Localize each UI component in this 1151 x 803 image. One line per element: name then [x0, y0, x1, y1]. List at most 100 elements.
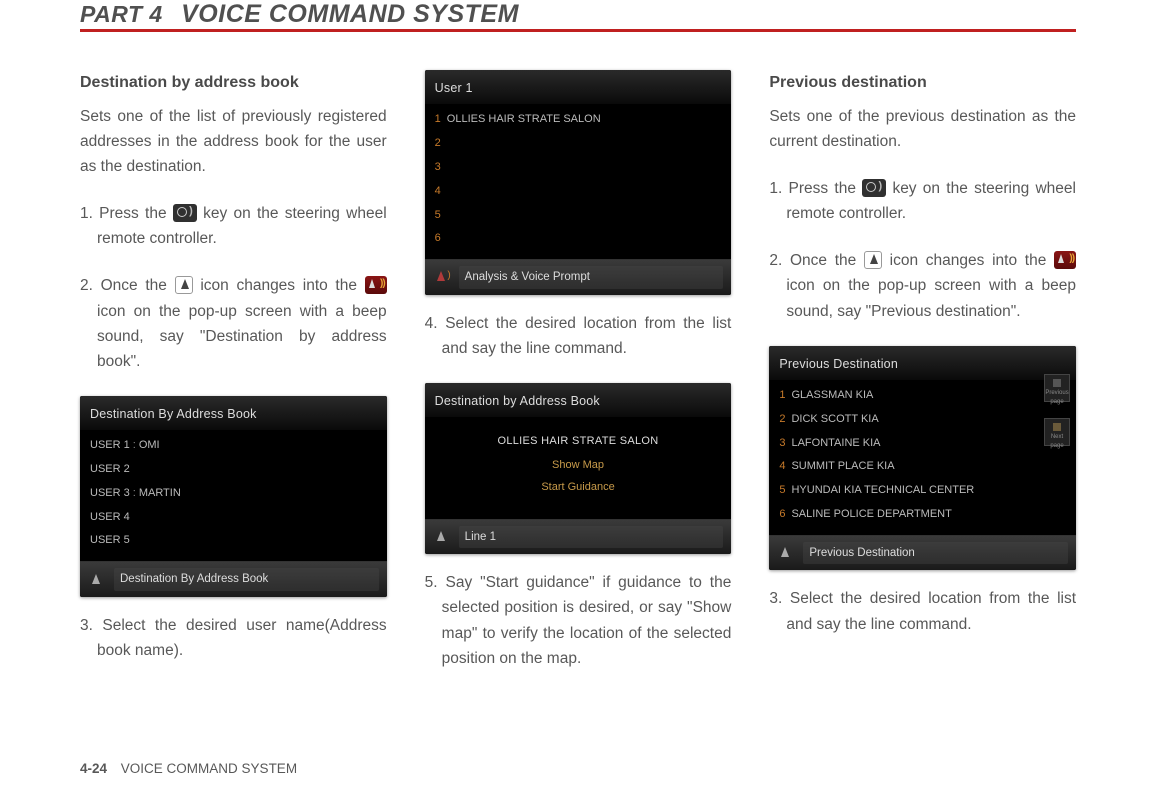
step-2: 2. Once the icon changes into the icon o… [769, 248, 1076, 323]
shot-row: 6 [435, 227, 722, 251]
user-value: OMI [139, 439, 160, 451]
mic-active-icon [433, 270, 449, 284]
next-page-thumb: Next page [1044, 418, 1070, 446]
row-text: OLLIES HAIR STRATE SALON [447, 113, 601, 125]
shot-row: 1 GLASSMAN KIA [779, 384, 1040, 408]
content-columns: Destination by address book Sets one of … [80, 70, 1076, 693]
user-label: USER 5 [90, 534, 130, 546]
previous-page-thumb: Previous page [1044, 374, 1070, 402]
screenshot-address-book-users: Destination By Address Book USER 1:OMI U… [80, 396, 387, 597]
voice-active-icon [365, 276, 387, 294]
voice-key-icon [173, 204, 197, 222]
shot-row: 3 LAFONTAINE KIA [779, 432, 1040, 456]
row-text: GLASSMAN KIA [791, 389, 873, 401]
row-num: 5 [779, 484, 785, 496]
voice-key-icon [862, 179, 886, 197]
row-text: DICK SCOTT KIA [791, 413, 878, 425]
user-value: MARTIN [139, 487, 181, 499]
step-1: 1. Press the key on the steering wheel r… [80, 201, 387, 251]
shot-body: 1 OLLIES HAIR STRATE SALON 2 3 4 5 6 [425, 104, 732, 259]
step2-text-b: icon changes into the [200, 277, 357, 294]
shot-body: 1 GLASSMAN KIA 2 DICK SCOTT KIA 3 LAFONTAIN… [769, 380, 1076, 535]
voice-idle-icon [175, 276, 193, 294]
shot-row: USER 4 [90, 506, 377, 530]
step-3: 3. Select the desired user name(Address … [80, 613, 387, 663]
row-num: 6 [435, 232, 441, 244]
page-footer: 4-24 VOICE COMMAND SYSTEM [80, 761, 297, 776]
screenshot-destination-options: Destination by Address Book OLLIES HAIR … [425, 383, 732, 554]
step2-text-c: icon on the pop-up screen with a beep so… [97, 303, 387, 370]
row-text: SUMMIT PLACE KIA [791, 460, 894, 472]
row-num: 5 [435, 209, 441, 221]
shot-footer: Analysis & Voice Prompt [425, 259, 732, 295]
user-label: USER 2 [90, 463, 130, 475]
page-number: 4-24 [80, 761, 107, 776]
step-1: 1. Press the key on the steering wheel r… [769, 176, 1076, 226]
row-num: 1 [435, 113, 441, 125]
shot-row: 6SALINE POLICE DEPARTMENT [779, 503, 1040, 527]
mic-icon [88, 573, 104, 587]
shot-footer-text: Destination By Address Book [114, 568, 379, 591]
user-label: USER 3 [90, 487, 130, 499]
step-4: 4. Select the desired location from the … [425, 311, 732, 361]
shot-row: 2 [435, 132, 722, 156]
section-title-address-book: Destination by address book [80, 70, 387, 96]
row-num: 6 [779, 508, 785, 520]
step-5: 5. Say "Start guidance" if guidance to t… [425, 570, 732, 670]
step2-text-c: icon on the pop-up screen with a beep so… [786, 277, 1076, 319]
column-1: Destination by address book Sets one of … [80, 70, 387, 693]
shot-row: USER 3:MARTIN [90, 482, 377, 506]
intro-previous-destination: Sets one of the previous destination as … [769, 104, 1076, 154]
shot-footer: Destination By Address Book [80, 561, 387, 597]
row-text: HYUNDAI KIA TECHNICAL CENTER [791, 484, 974, 496]
step-3: 3. Select the desired location from the … [769, 586, 1076, 636]
section-title-previous-destination: Previous destination [769, 70, 1076, 96]
intro-address-book: Sets one of the list of previously regis… [80, 104, 387, 179]
user-label: USER 1 [90, 439, 130, 451]
part-label: PART 4 [80, 1, 163, 27]
shot-row: 2 DICK SCOTT KIA [779, 408, 1040, 432]
shot-header: Destination by Address Book [425, 383, 732, 417]
row-num: 2 [435, 137, 441, 149]
shot-row: 5 HYUNDAI KIA TECHNICAL CENTER [779, 479, 1040, 503]
row-num: 3 [435, 161, 441, 173]
page-header: PART 4 VOICE COMMAND SYSTEM [80, 0, 1076, 32]
screenshot-user1-list: User 1 1 OLLIES HAIR STRATE SALON 2 3 4 5… [425, 70, 732, 295]
row-num: 3 [779, 437, 785, 449]
row-text: LAFONTAINE KIA [791, 437, 880, 449]
step2-text-b: icon changes into the [890, 252, 1047, 269]
mic-icon [433, 530, 449, 544]
row-num: 4 [779, 460, 785, 472]
step2-text-a: 2. Once the [769, 252, 856, 269]
shot-row: USER 2 [90, 458, 377, 482]
shot-row: 3 [435, 156, 722, 180]
shot-footer: Previous Destination [769, 535, 1076, 571]
row-num: 1 [779, 389, 785, 401]
shot-footer-text: Analysis & Voice Prompt [459, 266, 724, 289]
row-num: 2 [779, 413, 785, 425]
shot-header: Previous Destination [769, 346, 1076, 380]
voice-active-icon [1054, 251, 1076, 269]
side-thumbnails: Previous page Next page [1044, 374, 1072, 462]
shot-header: User 1 [425, 70, 732, 104]
shot-row: USER 1:OMI [90, 434, 377, 458]
screenshot-previous-destination: Previous Destination 1 GLASSMAN KIA 2 DICK… [769, 346, 1076, 571]
step-2: 2. Once the icon changes into the icon o… [80, 273, 387, 373]
selected-location: OLLIES HAIR STRATE SALON [435, 433, 722, 451]
row-num: 4 [435, 185, 441, 197]
user-label: USER 4 [90, 511, 130, 523]
option-start-guidance: Start Guidance [435, 479, 722, 497]
footer-label: VOICE COMMAND SYSTEM [121, 761, 297, 776]
shot-footer-text: Previous Destination [803, 542, 1068, 565]
shot-footer-text: Line 1 [459, 526, 724, 549]
column-3: Previous destination Sets one of the pre… [769, 70, 1076, 693]
step1-text-a: 1. Press the [80, 205, 167, 222]
shot-row: 4 SUMMIT PLACE KIA [779, 455, 1040, 479]
shot-row: USER 5 [90, 529, 377, 553]
step1-text-a: 1. Press the [769, 180, 856, 197]
shot-row: 5 [435, 204, 722, 228]
column-2: User 1 1 OLLIES HAIR STRATE SALON 2 3 4 5… [425, 70, 732, 693]
shot-header: Destination By Address Book [80, 396, 387, 430]
step2-text-a: 2. Once the [80, 277, 167, 294]
shot-row: 1 OLLIES HAIR STRATE SALON [435, 108, 722, 132]
